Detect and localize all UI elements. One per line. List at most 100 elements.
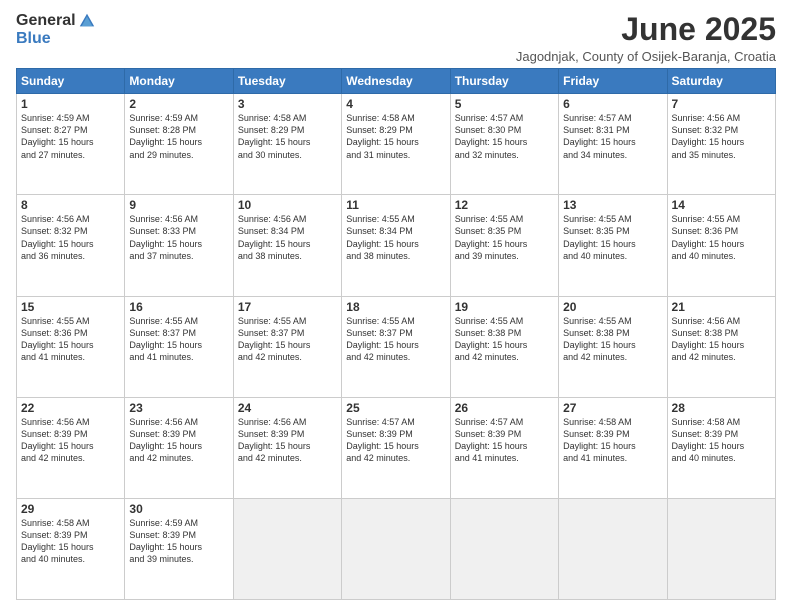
calendar-cell: 7Sunrise: 4:56 AM Sunset: 8:32 PM Daylig…	[667, 94, 775, 195]
day-number: 21	[672, 300, 771, 314]
calendar-cell: 19Sunrise: 4:55 AM Sunset: 8:38 PM Dayli…	[450, 296, 558, 397]
day-info: Sunrise: 4:57 AM Sunset: 8:30 PM Dayligh…	[455, 112, 554, 161]
day-info: Sunrise: 4:56 AM Sunset: 8:32 PM Dayligh…	[672, 112, 771, 161]
day-info: Sunrise: 4:56 AM Sunset: 8:39 PM Dayligh…	[21, 416, 120, 465]
day-number: 8	[21, 198, 120, 212]
day-info: Sunrise: 4:56 AM Sunset: 8:39 PM Dayligh…	[238, 416, 337, 465]
calendar-cell: 3Sunrise: 4:58 AM Sunset: 8:29 PM Daylig…	[233, 94, 341, 195]
calendar-cell: 20Sunrise: 4:55 AM Sunset: 8:38 PM Dayli…	[559, 296, 667, 397]
day-number: 23	[129, 401, 228, 415]
calendar-week-4: 22Sunrise: 4:56 AM Sunset: 8:39 PM Dayli…	[17, 397, 776, 498]
day-info: Sunrise: 4:55 AM Sunset: 8:38 PM Dayligh…	[563, 315, 662, 364]
page: General Blue June 2025 Jagodnjak, County…	[0, 0, 792, 612]
calendar-week-5: 29Sunrise: 4:58 AM Sunset: 8:39 PM Dayli…	[17, 498, 776, 599]
day-info: Sunrise: 4:55 AM Sunset: 8:36 PM Dayligh…	[672, 213, 771, 262]
calendar-cell: 2Sunrise: 4:59 AM Sunset: 8:28 PM Daylig…	[125, 94, 233, 195]
calendar-cell: 18Sunrise: 4:55 AM Sunset: 8:37 PM Dayli…	[342, 296, 450, 397]
calendar-cell: 5Sunrise: 4:57 AM Sunset: 8:30 PM Daylig…	[450, 94, 558, 195]
day-number: 5	[455, 97, 554, 111]
calendar-week-1: 1Sunrise: 4:59 AM Sunset: 8:27 PM Daylig…	[17, 94, 776, 195]
logo: General Blue	[16, 12, 96, 48]
day-number: 29	[21, 502, 120, 516]
day-info: Sunrise: 4:59 AM Sunset: 8:39 PM Dayligh…	[129, 517, 228, 566]
day-info: Sunrise: 4:55 AM Sunset: 8:35 PM Dayligh…	[455, 213, 554, 262]
day-info: Sunrise: 4:58 AM Sunset: 8:39 PM Dayligh…	[672, 416, 771, 465]
calendar-cell: 25Sunrise: 4:57 AM Sunset: 8:39 PM Dayli…	[342, 397, 450, 498]
calendar-cell: 29Sunrise: 4:58 AM Sunset: 8:39 PM Dayli…	[17, 498, 125, 599]
logo-general: General	[16, 12, 76, 30]
calendar-cell: 23Sunrise: 4:56 AM Sunset: 8:39 PM Dayli…	[125, 397, 233, 498]
day-number: 30	[129, 502, 228, 516]
day-number: 14	[672, 198, 771, 212]
day-number: 2	[129, 97, 228, 111]
day-info: Sunrise: 4:57 AM Sunset: 8:39 PM Dayligh…	[346, 416, 445, 465]
calendar-cell: 21Sunrise: 4:56 AM Sunset: 8:38 PM Dayli…	[667, 296, 775, 397]
day-info: Sunrise: 4:55 AM Sunset: 8:34 PM Dayligh…	[346, 213, 445, 262]
calendar-week-2: 8Sunrise: 4:56 AM Sunset: 8:32 PM Daylig…	[17, 195, 776, 296]
calendar-cell: 6Sunrise: 4:57 AM Sunset: 8:31 PM Daylig…	[559, 94, 667, 195]
calendar-cell	[667, 498, 775, 599]
day-number: 1	[21, 97, 120, 111]
day-number: 22	[21, 401, 120, 415]
day-info: Sunrise: 4:56 AM Sunset: 8:32 PM Dayligh…	[21, 213, 120, 262]
logo-icon	[78, 12, 96, 30]
day-info: Sunrise: 4:56 AM Sunset: 8:33 PM Dayligh…	[129, 213, 228, 262]
calendar-cell	[559, 498, 667, 599]
calendar-cell: 11Sunrise: 4:55 AM Sunset: 8:34 PM Dayli…	[342, 195, 450, 296]
day-info: Sunrise: 4:56 AM Sunset: 8:34 PM Dayligh…	[238, 213, 337, 262]
day-info: Sunrise: 4:59 AM Sunset: 8:27 PM Dayligh…	[21, 112, 120, 161]
day-number: 11	[346, 198, 445, 212]
day-number: 6	[563, 97, 662, 111]
day-number: 25	[346, 401, 445, 415]
calendar-cell	[450, 498, 558, 599]
calendar-cell: 16Sunrise: 4:55 AM Sunset: 8:37 PM Dayli…	[125, 296, 233, 397]
col-wednesday: Wednesday	[342, 69, 450, 94]
day-number: 26	[455, 401, 554, 415]
calendar-cell: 27Sunrise: 4:58 AM Sunset: 8:39 PM Dayli…	[559, 397, 667, 498]
day-number: 4	[346, 97, 445, 111]
day-number: 3	[238, 97, 337, 111]
day-info: Sunrise: 4:58 AM Sunset: 8:29 PM Dayligh…	[346, 112, 445, 161]
calendar-cell: 22Sunrise: 4:56 AM Sunset: 8:39 PM Dayli…	[17, 397, 125, 498]
day-number: 7	[672, 97, 771, 111]
day-number: 15	[21, 300, 120, 314]
calendar-cell: 1Sunrise: 4:59 AM Sunset: 8:27 PM Daylig…	[17, 94, 125, 195]
day-number: 19	[455, 300, 554, 314]
col-thursday: Thursday	[450, 69, 558, 94]
calendar-cell: 17Sunrise: 4:55 AM Sunset: 8:37 PM Dayli…	[233, 296, 341, 397]
calendar-header-row: Sunday Monday Tuesday Wednesday Thursday…	[17, 69, 776, 94]
day-info: Sunrise: 4:57 AM Sunset: 8:31 PM Dayligh…	[563, 112, 662, 161]
calendar-cell: 13Sunrise: 4:55 AM Sunset: 8:35 PM Dayli…	[559, 195, 667, 296]
calendar-cell: 26Sunrise: 4:57 AM Sunset: 8:39 PM Dayli…	[450, 397, 558, 498]
calendar-cell: 9Sunrise: 4:56 AM Sunset: 8:33 PM Daylig…	[125, 195, 233, 296]
month-title: June 2025	[516, 12, 776, 47]
day-number: 27	[563, 401, 662, 415]
col-friday: Friday	[559, 69, 667, 94]
day-info: Sunrise: 4:55 AM Sunset: 8:38 PM Dayligh…	[455, 315, 554, 364]
day-info: Sunrise: 4:55 AM Sunset: 8:35 PM Dayligh…	[563, 213, 662, 262]
day-info: Sunrise: 4:57 AM Sunset: 8:39 PM Dayligh…	[455, 416, 554, 465]
calendar-cell: 4Sunrise: 4:58 AM Sunset: 8:29 PM Daylig…	[342, 94, 450, 195]
day-number: 18	[346, 300, 445, 314]
day-info: Sunrise: 4:55 AM Sunset: 8:37 PM Dayligh…	[346, 315, 445, 364]
calendar-cell: 8Sunrise: 4:56 AM Sunset: 8:32 PM Daylig…	[17, 195, 125, 296]
logo-blue: Blue	[16, 30, 51, 48]
col-sunday: Sunday	[17, 69, 125, 94]
col-saturday: Saturday	[667, 69, 775, 94]
day-info: Sunrise: 4:55 AM Sunset: 8:37 PM Dayligh…	[129, 315, 228, 364]
calendar-cell	[233, 498, 341, 599]
day-number: 13	[563, 198, 662, 212]
day-number: 17	[238, 300, 337, 314]
day-info: Sunrise: 4:58 AM Sunset: 8:39 PM Dayligh…	[21, 517, 120, 566]
day-number: 9	[129, 198, 228, 212]
calendar-cell: 30Sunrise: 4:59 AM Sunset: 8:39 PM Dayli…	[125, 498, 233, 599]
calendar-cell: 10Sunrise: 4:56 AM Sunset: 8:34 PM Dayli…	[233, 195, 341, 296]
calendar: Sunday Monday Tuesday Wednesday Thursday…	[16, 68, 776, 600]
day-number: 24	[238, 401, 337, 415]
day-info: Sunrise: 4:56 AM Sunset: 8:39 PM Dayligh…	[129, 416, 228, 465]
col-tuesday: Tuesday	[233, 69, 341, 94]
day-number: 20	[563, 300, 662, 314]
title-block: June 2025 Jagodnjak, County of Osijek-Ba…	[516, 12, 776, 64]
day-info: Sunrise: 4:59 AM Sunset: 8:28 PM Dayligh…	[129, 112, 228, 161]
day-info: Sunrise: 4:58 AM Sunset: 8:29 PM Dayligh…	[238, 112, 337, 161]
